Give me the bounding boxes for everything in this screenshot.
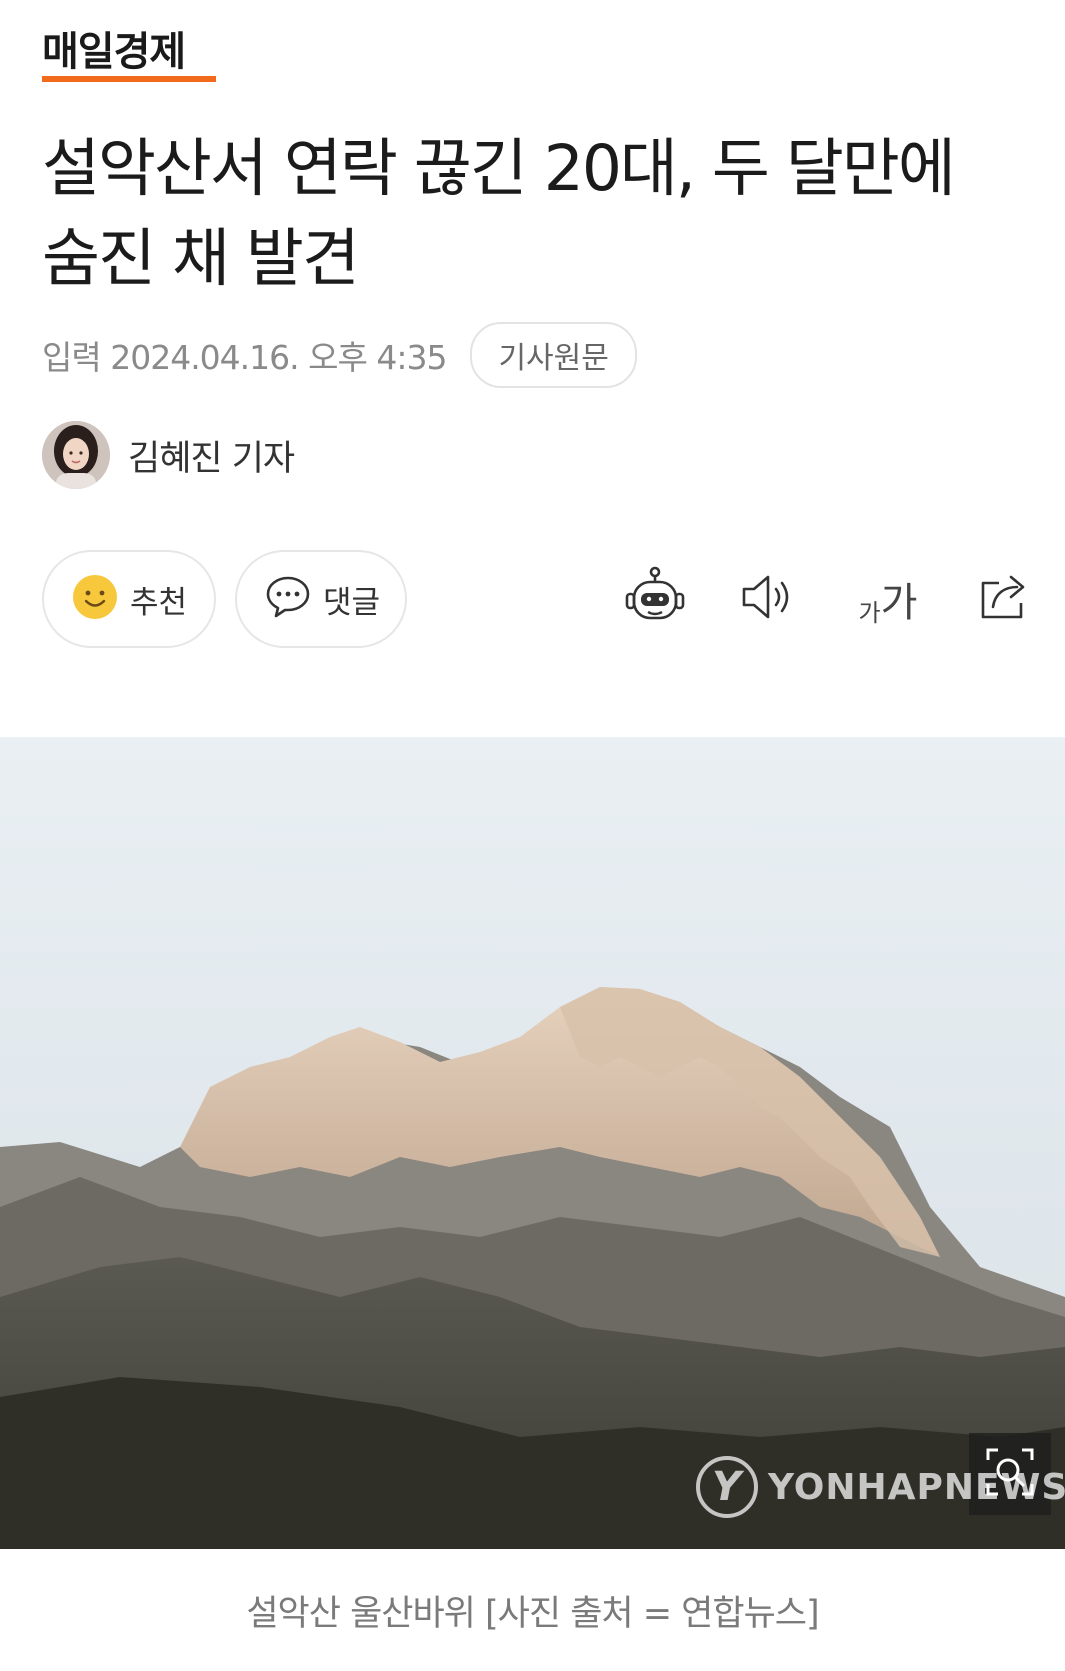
author-avatar[interactable] (42, 421, 110, 489)
speech-bubble-icon (265, 574, 311, 624)
brand-underline (42, 76, 216, 82)
share-icon (977, 571, 1031, 627)
watermark-text: YONHAPNEWS (768, 1466, 1065, 1508)
action-toolbar: 추천 댓글 가 가 (42, 550, 1032, 652)
text-to-speech-button[interactable] (737, 566, 799, 632)
recommend-button[interactable]: 추천 (42, 550, 216, 648)
brand-logo[interactable]: 매일경제 (42, 28, 186, 76)
speaker-icon (740, 572, 796, 626)
robot-summary-button[interactable] (622, 566, 688, 632)
recommend-label: 추천 (130, 584, 188, 621)
article-title: 설악산서 연락 끊긴 20대, 두 달만에 숨진 채 발견 (42, 132, 956, 295)
comment-label: 댓글 (323, 584, 381, 621)
photo-caption: 설악산 울산바위 [사진 출처 = 연합뉴스] (246, 1594, 819, 1634)
smiley-icon (72, 574, 118, 624)
author-name[interactable]: 김혜진 기자 (128, 430, 295, 481)
font-small-glyph: 가 (858, 599, 881, 627)
article-photo[interactable] (0, 737, 1065, 1549)
font-size-icon: 가 가 (859, 570, 918, 628)
yonhap-logo-icon: Y (696, 1456, 758, 1518)
share-button[interactable] (974, 566, 1034, 632)
original-article-button[interactable]: 기사원문 (470, 322, 637, 388)
robot-summary-icon (624, 566, 686, 632)
comment-button[interactable]: 댓글 (235, 550, 407, 648)
photo-watermark: Y YONHAPNEWS (696, 1452, 1065, 1522)
publish-date: 입력 2024.04.16. 오후 4:35 (42, 338, 447, 377)
article-meta: 입력 2024.04.16. 오후 4:35 기사원문 (42, 322, 637, 388)
author-info[interactable]: 김혜진 기자 (42, 421, 295, 489)
font-big-glyph: 가 (880, 580, 918, 626)
font-size-button[interactable]: 가 가 (852, 566, 924, 632)
